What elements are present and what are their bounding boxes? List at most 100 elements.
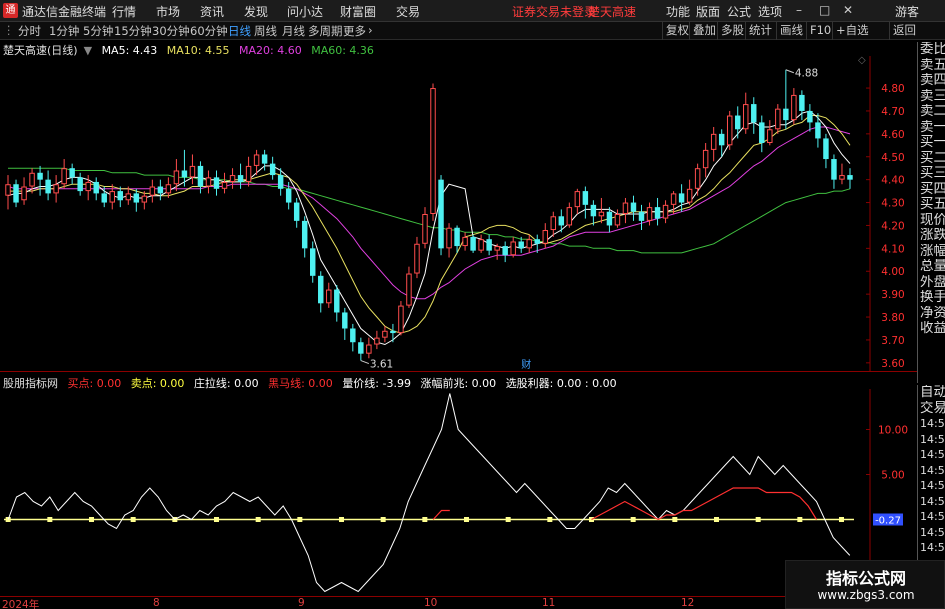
candle: [694, 168, 701, 189]
menu-faxian[interactable]: 发现: [244, 3, 268, 20]
candlestick-chart[interactable]: 4.88 3.61 财 ◇ 4.80 4.70 4.60 4.50 4.40 4.30 4.20 4…: [0, 56, 917, 372]
tab-1min[interactable]: 1分钟: [49, 23, 79, 39]
date-label: 11: [542, 597, 556, 609]
period-tab-bar: ⋮ 分时 1分钟 5分钟 15分钟 30分钟 60分钟 日线 周线 月线 多周期…: [0, 22, 945, 40]
signal-marker: [630, 517, 636, 522]
y-tick-label: 4.40: [881, 175, 904, 187]
high-label: 4.88: [795, 68, 818, 80]
tab-fenshi[interactable]: 分时: [18, 23, 41, 39]
tab-60min[interactable]: 60分钟: [190, 23, 228, 39]
menu-caifuquan[interactable]: 财富圈: [340, 3, 376, 20]
quote-label[interactable]: 外盘: [918, 275, 945, 291]
signal-marker: [714, 517, 719, 522]
auto-trade-label[interactable]: 交易: [918, 401, 945, 417]
date-label: 8: [153, 597, 160, 609]
f10-button[interactable]: F10: [806, 22, 831, 40]
quote-label[interactable]: 涨跌: [918, 228, 945, 244]
tab-30min[interactable]: 30分钟: [152, 23, 190, 39]
signal-marker: [89, 517, 94, 522]
huaxian-button[interactable]: 画线: [776, 22, 803, 40]
candle: [334, 289, 340, 313]
current-value-label: -0.27: [875, 516, 901, 527]
quote-label[interactable]: 买一: [918, 135, 945, 151]
quote-label[interactable]: 买三: [918, 166, 945, 182]
quote-label[interactable]: 现价: [918, 213, 945, 229]
diejia-button[interactable]: 叠加: [689, 22, 716, 40]
ma-legend: 楚天高速(日线) ▼ MA5: 4.43 MA10: 4.55 MA20: 4.6…: [3, 42, 380, 57]
close-icon[interactable]: ✕: [843, 3, 853, 17]
candle: [85, 181, 91, 192]
menu-wenxiaoda[interactable]: 问小达: [287, 3, 323, 20]
tab-5min[interactable]: 5分钟: [83, 23, 113, 39]
candle: [342, 312, 348, 329]
quote-label[interactable]: 委比: [918, 42, 945, 58]
candle: [767, 129, 773, 144]
tab-more[interactable]: 更多: [343, 23, 366, 39]
candle: [526, 239, 532, 249]
indicator-chart[interactable]: 10.005.00-5.00-0.27: [0, 389, 917, 596]
signal-marker: [5, 517, 11, 522]
duogu-button[interactable]: 多股: [717, 22, 744, 40]
quote-label[interactable]: 涨幅: [918, 244, 945, 260]
candle: [93, 181, 99, 194]
back-button[interactable]: 返回: [889, 22, 916, 40]
candle: [702, 149, 709, 169]
tab-yuexian[interactable]: 月线: [282, 23, 305, 39]
candle: [815, 122, 821, 139]
quote-label[interactable]: 卖三: [918, 89, 945, 105]
signal-marker: [505, 517, 511, 522]
signal-marker: [47, 517, 53, 522]
menu-hangqing[interactable]: 行情: [112, 3, 136, 20]
quote-label[interactable]: 卖一: [918, 120, 945, 136]
auto-trade-label[interactable]: 自动: [918, 385, 945, 401]
tab-15min[interactable]: 15分钟: [114, 23, 152, 39]
menu-jiaoyi[interactable]: 交易: [396, 3, 420, 20]
tab-zhouxian[interactable]: 周线: [254, 23, 277, 39]
y-tick-label: 3.90: [881, 289, 904, 301]
menu-shichang[interactable]: 市场: [156, 3, 180, 20]
minimize-icon[interactable]: –: [796, 3, 802, 17]
signal-marker: [380, 517, 386, 522]
candle: [847, 175, 853, 180]
menu-gongneng[interactable]: 功能: [666, 3, 690, 20]
tab-rixian[interactable]: 日线: [228, 23, 251, 39]
tongji-button[interactable]: 统计: [745, 22, 772, 40]
grip-icon: ⋮: [3, 23, 15, 37]
login-notice[interactable]: 证券交易未登录: [512, 3, 596, 20]
candle: [470, 236, 476, 251]
fuquan-button[interactable]: 复权: [662, 22, 689, 40]
candle: [654, 207, 661, 219]
ma10-line: [8, 115, 851, 334]
stock-title: 楚天高速: [588, 5, 637, 19]
time-label: 14:56: [920, 525, 945, 539]
quote-label[interactable]: 卖五: [918, 58, 945, 74]
chevron-right-icon[interactable]: ›: [368, 23, 373, 37]
quote-label[interactable]: 收益: [918, 321, 945, 337]
quote-label[interactable]: 净资: [918, 306, 945, 322]
menu-banmian[interactable]: 版面: [696, 3, 720, 20]
quote-label[interactable]: 总量: [918, 259, 945, 275]
menu-gongshi[interactable]: 公式: [727, 3, 751, 20]
candle: [502, 246, 508, 256]
signal-marker: [214, 517, 219, 522]
quote-label[interactable]: 卖二: [918, 104, 945, 120]
quote-label[interactable]: 买五: [918, 197, 945, 213]
add-watchlist-button[interactable]: +自选: [832, 22, 869, 40]
menu-xuanxiang[interactable]: 选项: [758, 3, 782, 20]
tab-duozhouqi[interactable]: 多周期: [308, 23, 343, 39]
candle: [141, 195, 148, 203]
candle: [614, 214, 621, 226]
candle: [165, 184, 172, 194]
quote-label[interactable]: 买四: [918, 182, 945, 198]
user-label[interactable]: 游客: [895, 3, 919, 20]
candle: [775, 108, 781, 130]
candle: [743, 104, 749, 130]
candle: [69, 168, 75, 178]
quote-label[interactable]: 换手: [918, 290, 945, 306]
maximize-icon[interactable]: □: [819, 3, 830, 17]
candle: [510, 241, 516, 256]
quote-label[interactable]: 卖四: [918, 73, 945, 89]
y-tick-label: 10.00: [878, 425, 908, 437]
quote-label[interactable]: 买二: [918, 151, 945, 167]
menu-zixun[interactable]: 资讯: [200, 3, 224, 20]
